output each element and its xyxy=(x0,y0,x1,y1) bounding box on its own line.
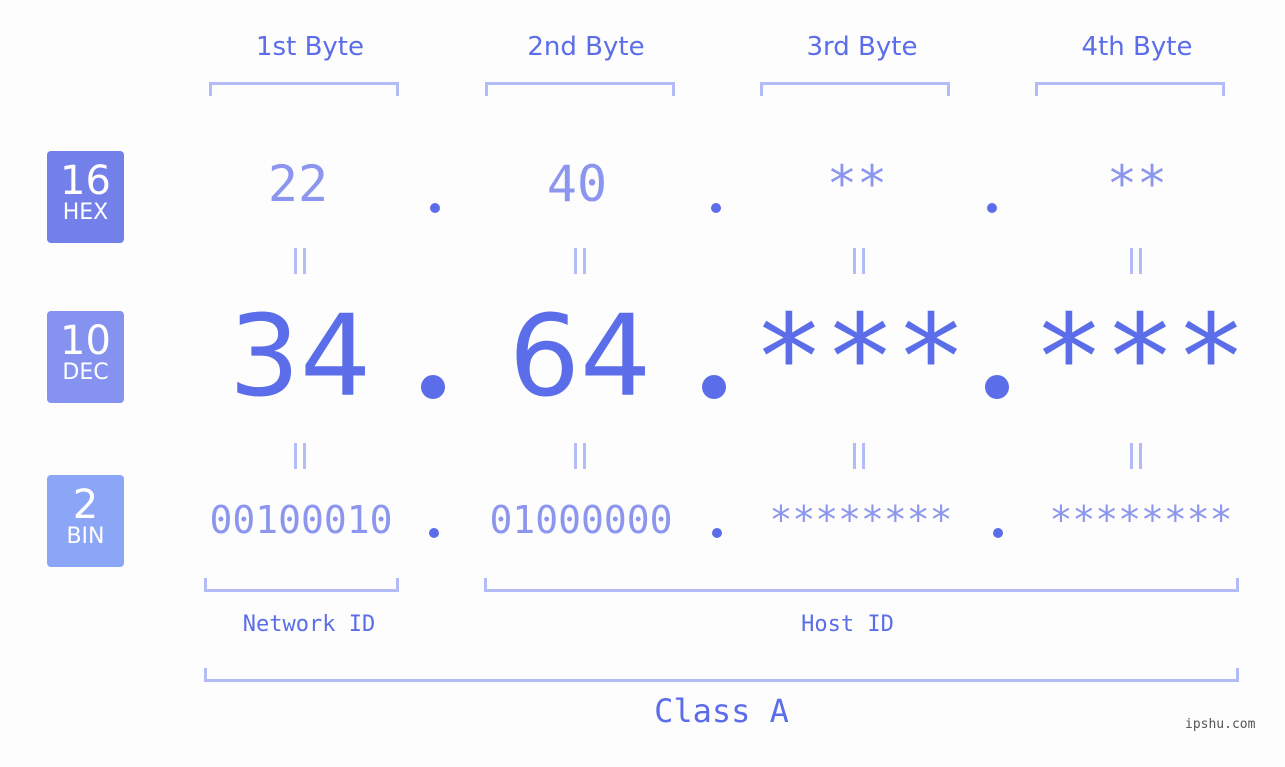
equals-icon xyxy=(572,248,588,274)
watermark: ipshu.com xyxy=(1185,717,1256,732)
equals-icon xyxy=(292,248,308,274)
bin-octet-3: ******** xyxy=(769,498,953,542)
bin-base-number: 2 xyxy=(72,482,99,528)
class-bracket xyxy=(204,668,1239,682)
byte-bracket-2 xyxy=(485,82,675,96)
hex-octet-4: ** xyxy=(1106,155,1168,213)
byte-header-2: 2nd Byte xyxy=(527,32,645,62)
host-id-bracket xyxy=(484,578,1239,592)
dec-octet-2: 64 xyxy=(508,292,652,422)
dec-base-label: DEC xyxy=(62,360,109,385)
dec-octet-1: 34 xyxy=(228,292,372,422)
bin-badge: 2 BIN xyxy=(47,475,124,567)
dec-base-number: 10 xyxy=(60,318,111,364)
host-id-label: Host ID xyxy=(801,612,894,637)
hex-octet-1: 22 xyxy=(267,155,329,213)
byte-bracket-3 xyxy=(760,82,950,96)
dec-octet-3: *** xyxy=(753,288,967,426)
equals-icon xyxy=(851,248,867,274)
hex-base-label: HEX xyxy=(62,200,109,225)
byte-header-4: 4th Byte xyxy=(1081,32,1193,62)
bin-octet-2: 01000000 xyxy=(489,498,673,542)
equals-icon xyxy=(851,443,867,469)
equals-icon xyxy=(1128,443,1144,469)
dec-dot-3 xyxy=(985,375,1009,399)
hex-dot-1 xyxy=(430,203,440,213)
hex-dot-3 xyxy=(987,203,997,213)
class-label: Class A xyxy=(654,692,789,730)
network-id-bracket xyxy=(204,578,399,592)
dec-octet-4: *** xyxy=(1033,288,1247,426)
byte-header-1: 1st Byte xyxy=(256,32,364,62)
hex-octet-3: ** xyxy=(826,155,888,213)
bin-dot-3 xyxy=(993,528,1003,538)
equals-icon xyxy=(292,443,308,469)
byte-header-3: 3rd Byte xyxy=(806,32,918,62)
hex-base-number: 16 xyxy=(60,158,111,204)
byte-bracket-1 xyxy=(209,82,399,96)
bin-octet-4: ******** xyxy=(1049,498,1233,542)
hex-dot-2 xyxy=(711,203,721,213)
hex-badge: 16 HEX xyxy=(47,151,124,243)
network-id-label: Network ID xyxy=(242,612,376,637)
bin-base-label: BIN xyxy=(66,524,105,549)
dec-dot-1 xyxy=(421,375,445,399)
dec-dot-2 xyxy=(702,375,726,399)
bin-octet-1: 00100010 xyxy=(209,498,393,542)
dec-badge: 10 DEC xyxy=(47,311,124,403)
byte-bracket-4 xyxy=(1035,82,1225,96)
hex-octet-2: 40 xyxy=(546,155,608,213)
bin-dot-2 xyxy=(712,528,722,538)
bin-dot-1 xyxy=(429,528,439,538)
equals-icon xyxy=(1128,248,1144,274)
equals-icon xyxy=(572,443,588,469)
